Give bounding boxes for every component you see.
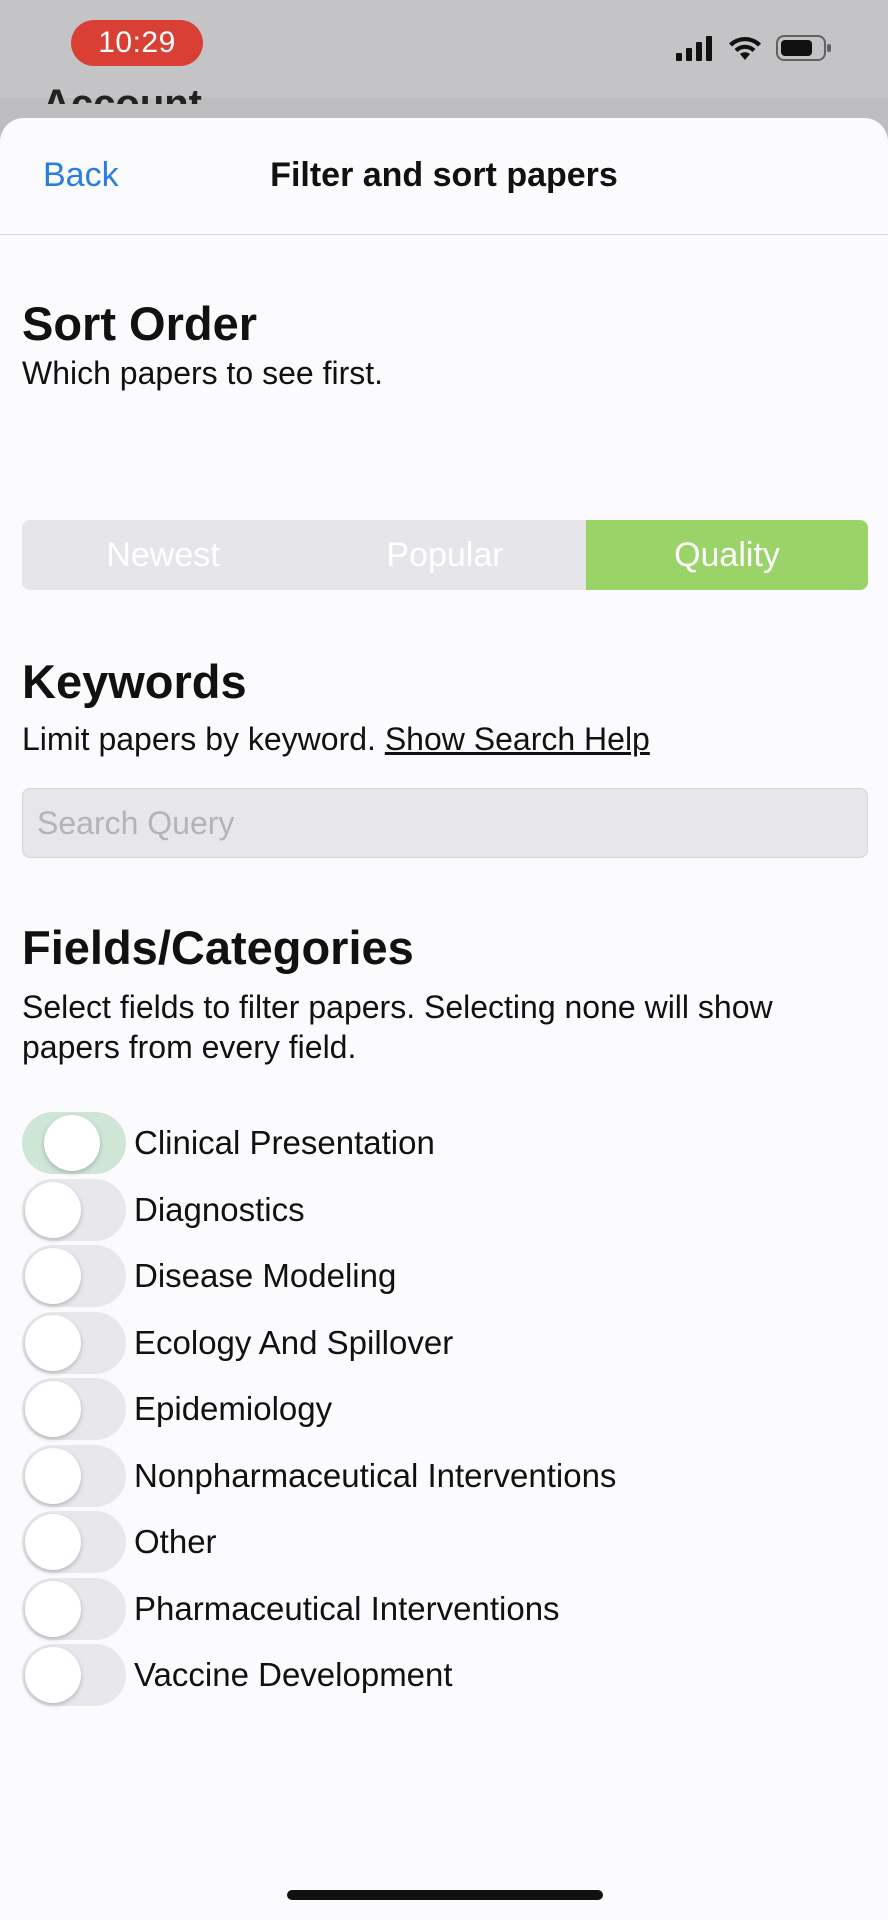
toggle-knob xyxy=(25,1580,81,1637)
field-row-nonpharmaceutical-interventions: Nonpharmaceutical Interventions xyxy=(22,1443,868,1510)
toggle-knob xyxy=(25,1181,81,1238)
toggle-epidemiology[interactable] xyxy=(22,1378,126,1441)
sort-order-section: Sort Order Which papers to see first. xyxy=(22,296,383,393)
field-row-vaccine-development: Vaccine Development xyxy=(22,1642,868,1709)
field-row-disease-modeling: Disease Modeling xyxy=(22,1243,868,1310)
field-label: Nonpharmaceutical Interventions xyxy=(134,1456,617,1494)
fields-section: Fields/Categories Select fields to filte… xyxy=(22,920,868,1067)
status-icons xyxy=(676,30,832,70)
field-label: Pharmaceutical Interventions xyxy=(134,1589,560,1627)
phone-screen: 10:29 Back Filter and sort papers Sort O… xyxy=(0,0,888,1920)
field-row-ecology-and-spillover: Ecology And Spillover xyxy=(22,1310,868,1377)
sort-option-popular[interactable]: Popular xyxy=(304,520,586,590)
fields-title: Fields/Categories xyxy=(22,921,414,974)
toggle-knob xyxy=(25,1314,81,1371)
field-row-pharmaceutical-interventions: Pharmaceutical Interventions xyxy=(22,1576,868,1643)
field-label: Ecology And Spillover xyxy=(134,1323,454,1361)
toggle-knob xyxy=(25,1447,81,1504)
field-row-epidemiology: Epidemiology xyxy=(22,1376,868,1443)
toggle-knob xyxy=(25,1248,81,1305)
fields-description: Select fields to filter papers. Selectin… xyxy=(22,989,773,1065)
nav-bar: Back Filter and sort papers xyxy=(0,118,888,235)
toggle-vaccine-development[interactable] xyxy=(22,1644,126,1707)
toggle-clinical-presentation[interactable] xyxy=(22,1112,126,1175)
toggle-ecology-and-spillover[interactable] xyxy=(22,1311,126,1374)
search-input[interactable] xyxy=(23,789,867,857)
behind-sheet-title: Account xyxy=(42,84,202,104)
toggle-other[interactable] xyxy=(22,1511,126,1574)
field-row-diagnostics: Diagnostics xyxy=(22,1177,868,1244)
keywords-description: Limit papers by keyword. xyxy=(22,721,376,757)
sort-option-newest[interactable]: Newest xyxy=(22,520,304,590)
sort-order-segmented-control: Newest Popular Quality xyxy=(22,520,868,590)
field-toggle-list: Clinical Presentation Diagnostics Diseas… xyxy=(22,1110,868,1709)
battery-icon xyxy=(776,34,832,67)
toggle-knob xyxy=(25,1514,81,1571)
field-label: Diagnostics xyxy=(134,1190,305,1228)
filter-sheet: Back Filter and sort papers Sort Order W… xyxy=(0,118,888,1920)
toggle-knob xyxy=(25,1647,81,1704)
status-time: 10:29 xyxy=(71,20,203,66)
field-label: Vaccine Development xyxy=(134,1656,453,1694)
field-label: Disease Modeling xyxy=(134,1257,397,1295)
toggle-knob xyxy=(25,1381,81,1438)
field-label: Clinical Presentation xyxy=(134,1124,435,1162)
keywords-description-line: Limit papers by keyword. Show Search Hel… xyxy=(22,719,868,759)
page-title: Filter and sort papers xyxy=(270,156,618,194)
wifi-icon xyxy=(728,35,762,66)
toggle-knob xyxy=(44,1115,100,1172)
search-field[interactable] xyxy=(22,788,868,858)
show-search-help-link[interactable]: Show Search Help xyxy=(385,721,650,757)
signal-bars-icon xyxy=(676,35,714,66)
toggle-diagnostics[interactable] xyxy=(22,1178,126,1241)
field-row-other: Other xyxy=(22,1509,868,1576)
field-label: Other xyxy=(134,1523,217,1561)
toggle-disease-modeling[interactable] xyxy=(22,1245,126,1308)
toggle-nonpharmaceutical-interventions[interactable] xyxy=(22,1444,126,1507)
keywords-title: Keywords xyxy=(22,655,247,708)
home-indicator[interactable] xyxy=(287,1890,603,1900)
field-label: Epidemiology xyxy=(134,1390,333,1428)
sort-order-description: Which papers to see first. xyxy=(22,355,384,391)
sort-order-title: Sort Order xyxy=(22,297,258,350)
keywords-section: Keywords Limit papers by keyword. Show S… xyxy=(22,654,868,759)
sort-option-quality[interactable]: Quality xyxy=(586,520,868,590)
field-row-clinical-presentation: Clinical Presentation xyxy=(22,1110,868,1177)
toggle-pharmaceutical-interventions[interactable] xyxy=(22,1577,126,1640)
